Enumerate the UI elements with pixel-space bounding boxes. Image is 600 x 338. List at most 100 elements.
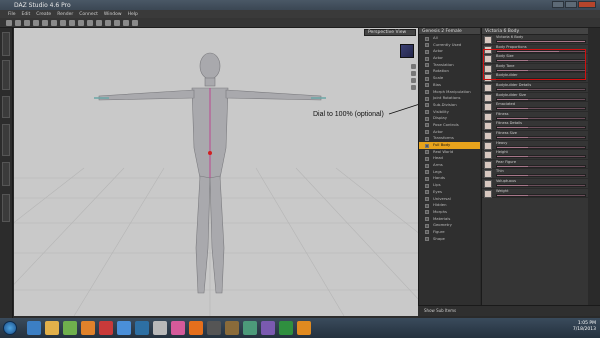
value-slider[interactable]	[496, 135, 586, 139]
video-icon[interactable]	[261, 321, 275, 335]
visibility-checkbox[interactable]	[425, 183, 429, 188]
menu-file[interactable]: File	[8, 12, 16, 17]
camera-icon[interactable]	[123, 19, 129, 26]
zoom-icon[interactable]	[411, 78, 416, 83]
tree-row[interactable]: Sub-Division	[419, 102, 480, 109]
paint-icon[interactable]	[171, 321, 185, 335]
visibility-checkbox[interactable]	[425, 143, 429, 148]
tree-row[interactable]: Full Body	[419, 142, 480, 149]
property-slider-row[interactable]: Fitness Size	[482, 131, 588, 141]
tree-row[interactable]: Actor	[419, 129, 480, 136]
visibility-checkbox[interactable]	[425, 130, 429, 135]
tree-row[interactable]: Universal	[419, 196, 480, 203]
tree-row[interactable]: Shape	[419, 236, 480, 243]
tree-row[interactable]: Legs	[419, 169, 480, 176]
folder-icon[interactable]	[45, 321, 59, 335]
tree-row[interactable]: Scale	[419, 75, 480, 82]
tree-row[interactable]: Head	[419, 155, 480, 162]
media-icon[interactable]	[63, 321, 77, 335]
view-cube[interactable]	[400, 44, 414, 58]
unity-icon[interactable]	[207, 321, 221, 335]
property-slider-row[interactable]: Bodybuilder Size	[482, 93, 588, 103]
tree-row[interactable]: Eyes	[419, 189, 480, 196]
value-slider[interactable]	[496, 126, 586, 130]
render-icon[interactable]	[105, 19, 111, 26]
property-slider-row[interactable]: Victoria 6 Body	[482, 35, 588, 45]
tree-row[interactable]: Translation	[419, 62, 480, 69]
start-button[interactable]	[3, 321, 17, 335]
undo-icon[interactable]	[33, 19, 39, 26]
tab-render-settings[interactable]	[2, 194, 10, 222]
visibility-checkbox[interactable]	[425, 69, 429, 74]
close-button[interactable]	[578, 1, 596, 8]
visibility-checkbox[interactable]	[425, 83, 429, 88]
value-slider[interactable]	[496, 116, 586, 120]
move-icon[interactable]	[60, 19, 66, 26]
tree-row[interactable]: Geometry	[419, 222, 480, 229]
visibility-checkbox[interactable]	[425, 190, 429, 195]
visibility-checkbox[interactable]	[425, 76, 429, 81]
value-slider[interactable]	[496, 145, 586, 149]
visibility-checkbox[interactable]	[425, 150, 429, 155]
visibility-checkbox[interactable]	[425, 203, 429, 208]
chrome-icon[interactable]	[117, 321, 131, 335]
visibility-checkbox[interactable]	[425, 103, 429, 108]
visibility-checkbox[interactable]	[425, 156, 429, 161]
frame-icon[interactable]	[411, 85, 416, 90]
select-icon[interactable]	[51, 19, 57, 26]
firefox-alt-icon[interactable]	[297, 321, 311, 335]
menu-help[interactable]: Help	[128, 12, 138, 17]
property-slider-row[interactable]: Heavy	[482, 141, 588, 151]
pan-icon[interactable]	[411, 71, 416, 76]
property-slider-row[interactable]: Weight	[482, 189, 588, 199]
clock-date[interactable]: 7/18/2013	[573, 327, 596, 333]
property-slider-row[interactable]: Fitness Details	[482, 121, 588, 131]
property-slider-row[interactable]: Height	[482, 150, 588, 160]
visibility-checkbox[interactable]	[425, 170, 429, 175]
property-slider-row[interactable]: Bodybuilder Details	[482, 83, 588, 93]
tab-lights[interactable]	[2, 162, 10, 186]
tree-row[interactable]: Bias	[419, 82, 480, 89]
tree-row[interactable]: Arms	[419, 162, 480, 169]
minimize-button[interactable]	[552, 1, 564, 8]
tree-row[interactable]: Lips	[419, 182, 480, 189]
show-sub-items[interactable]: Show Sub Items	[418, 308, 456, 313]
daz-icon[interactable]	[99, 321, 113, 335]
blender-icon[interactable]	[81, 321, 95, 335]
network-icon[interactable]	[243, 321, 257, 335]
tab-scene-pane[interactable]	[2, 96, 10, 118]
selected-node-label[interactable]: Genesis 2 Female	[419, 28, 480, 35]
tree-row[interactable]: Materials	[419, 216, 480, 223]
open-icon[interactable]	[15, 19, 21, 26]
save-icon[interactable]	[24, 19, 30, 26]
tree-row[interactable]: Transforms	[419, 135, 480, 142]
new-icon[interactable]	[6, 19, 12, 26]
menu-create[interactable]: Create	[36, 12, 51, 17]
redo-icon[interactable]	[42, 19, 48, 26]
tree-row[interactable]: Actor	[419, 55, 480, 62]
tree-row[interactable]: Visibility	[419, 109, 480, 116]
3d-viewport[interactable]: Perspective View	[14, 28, 418, 316]
visibility-checkbox[interactable]	[425, 163, 429, 168]
tree-row[interactable]: Morph Manipulation	[419, 89, 480, 96]
visibility-checkbox[interactable]	[425, 136, 429, 141]
light-icon[interactable]	[132, 19, 138, 26]
value-slider[interactable]	[496, 155, 586, 159]
visibility-checkbox[interactable]	[425, 116, 429, 121]
visibility-checkbox[interactable]	[425, 43, 429, 48]
value-slider[interactable]	[496, 174, 586, 178]
menu-edit[interactable]: Edit	[22, 12, 31, 17]
joint-editor-icon[interactable]	[96, 19, 102, 26]
notepad-icon[interactable]	[153, 321, 167, 335]
property-slider-row[interactable]: Fitness	[482, 112, 588, 122]
visibility-checkbox[interactable]	[425, 223, 429, 228]
maximize-button[interactable]	[565, 1, 577, 8]
orbit-icon[interactable]	[411, 64, 416, 69]
visibility-checkbox[interactable]	[425, 176, 429, 181]
tree-row[interactable]: Figure	[419, 229, 480, 236]
gimp-icon[interactable]	[225, 321, 239, 335]
tab-content-library[interactable]	[2, 32, 10, 56]
visibility-checkbox[interactable]	[425, 49, 429, 54]
universal-tool-icon[interactable]	[87, 19, 93, 26]
property-slider-row[interactable]: Emaciated	[482, 102, 588, 112]
